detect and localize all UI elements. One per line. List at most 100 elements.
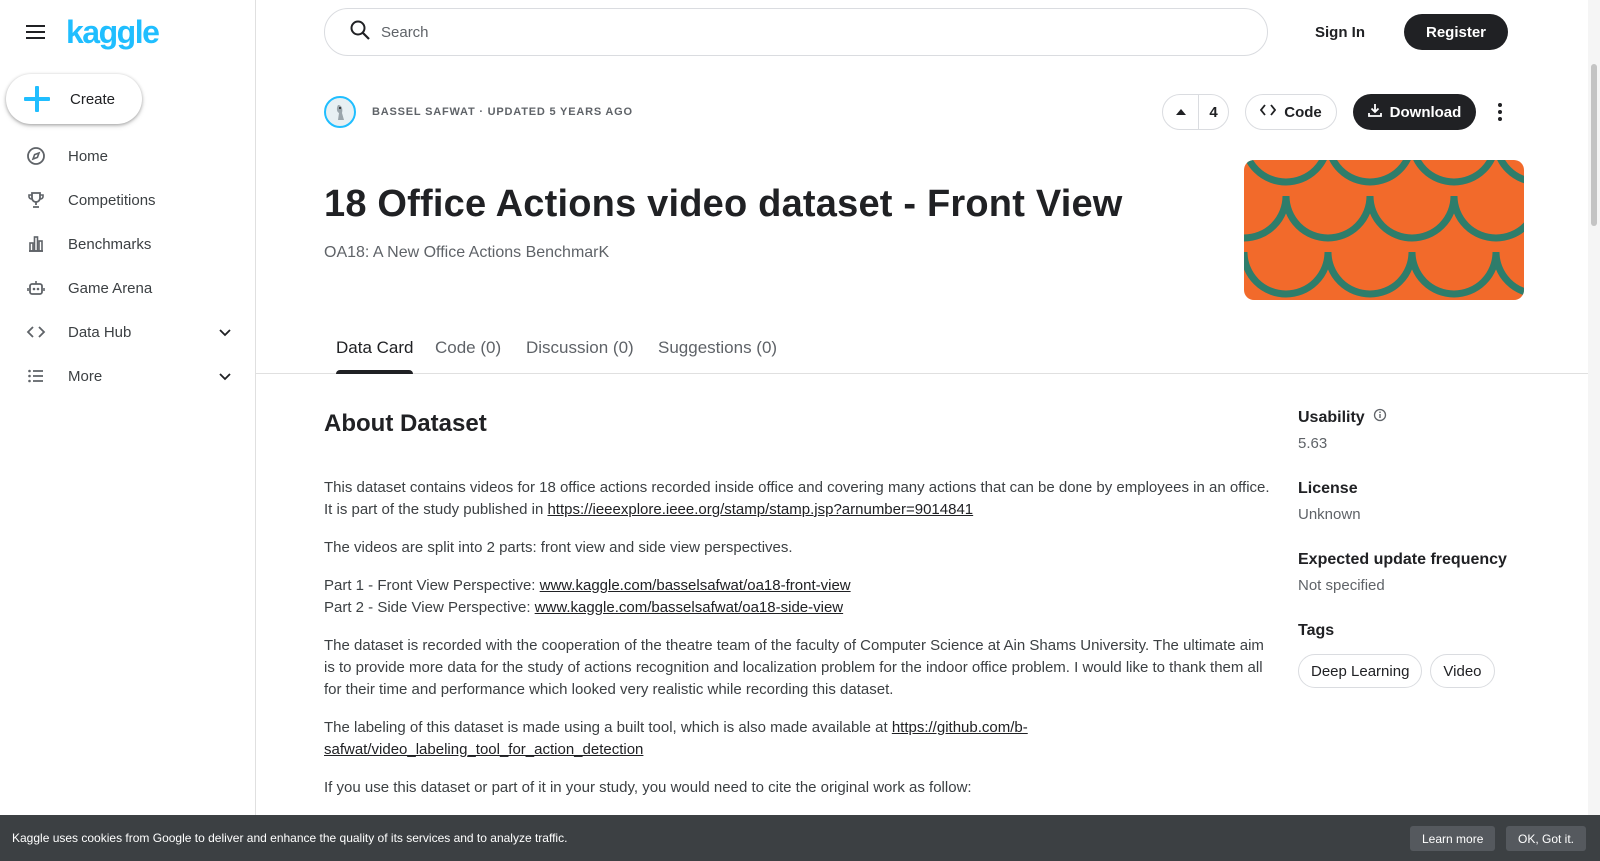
cover-scale-arc — [1324, 251, 1416, 298]
ieee-link[interactable]: https://ieeexplore.ieee.org/stamp/stamp.… — [547, 501, 973, 518]
sidebar-item-game-arena[interactable]: Game Arena — [0, 266, 255, 310]
about-dataset-heading: About Dataset — [324, 410, 487, 437]
list-icon — [26, 366, 46, 386]
tag-video[interactable]: Video — [1430, 654, 1495, 688]
sign-in-button[interactable]: Sign In — [1300, 14, 1380, 50]
chevron-down-icon[interactable] — [217, 368, 233, 384]
create-button[interactable]: Create — [6, 74, 142, 124]
sidebar-item-benchmarks[interactable]: Benchmarks — [0, 222, 255, 266]
license-block: License Unknown — [1298, 480, 1558, 523]
sidebar-nav: Home Competitions Benchmarks Game Arena … — [0, 134, 255, 398]
usability-label-text: Usability — [1298, 408, 1365, 426]
description-paragraph: If you use this dataset or part of it in… — [324, 779, 972, 796]
chevron-down-icon[interactable] — [217, 324, 233, 340]
sidebar-item-label: Competitions — [68, 191, 156, 209]
cover-scale-arc — [1497, 160, 1524, 184]
sidebar-item-competitions[interactable]: Competitions — [0, 178, 255, 222]
license-value: Unknown — [1298, 506, 1361, 523]
trophy-icon — [26, 190, 46, 210]
more-options-icon[interactable] — [1484, 94, 1516, 130]
description-paragraph: The dataset is recorded with the coopera… — [324, 637, 1264, 698]
code-label: Code — [1284, 103, 1322, 121]
search-bar[interactable] — [324, 8, 1268, 56]
usability-label: Usability — [1298, 408, 1558, 427]
cover-scale-arc — [1282, 195, 1374, 242]
cookie-text: Kaggle uses cookies from Google to deliv… — [12, 831, 568, 845]
download-icon — [1367, 103, 1382, 121]
info-icon[interactable] — [1373, 408, 1387, 427]
kaggle-logo[interactable]: kaggle — [66, 16, 160, 48]
tab-suggestions[interactable]: Suggestions (0) — [658, 330, 777, 374]
description-paragraph: Part 1 - Front View Perspective: www.kag… — [324, 575, 1274, 619]
tag-deep-learning[interactable]: Deep Learning — [1298, 654, 1423, 688]
download-label: Download — [1389, 103, 1462, 121]
cover-scale-arc — [1408, 251, 1500, 298]
dataset-description: This dataset contains videos for 18 offi… — [324, 477, 1274, 815]
learn-more-button[interactable]: Learn more — [1410, 826, 1496, 851]
sidebar-item-label: Home — [68, 147, 109, 165]
side-view-link[interactable]: www.kaggle.com/basselsafwat/oa18-side-vi… — [535, 599, 843, 616]
hamburger-menu-icon[interactable] — [24, 20, 48, 44]
code-brackets-icon — [26, 322, 46, 342]
owner-row: BASSEL SAFWAT · UPDATED 5 YEARS AGO — [324, 96, 633, 128]
sidebar-item-home[interactable]: Home — [0, 134, 255, 178]
page-scrollbar[interactable] — [1588, 0, 1600, 815]
paragraph-text: Part 2 - Side View Perspective: — [324, 599, 535, 616]
cookie-banner: Kaggle uses cookies from Google to deliv… — [0, 815, 1600, 861]
sidebar-item-label: More — [68, 367, 103, 385]
vote-count: 4 — [1209, 103, 1218, 121]
dataset-metadata-panel: Usability 5.63 License Unknown Expected … — [1298, 408, 1558, 716]
update-frequency-label: Expected update frequency — [1298, 551, 1507, 568]
dataset-cover-image — [1244, 160, 1524, 300]
create-label: Create — [70, 90, 116, 108]
download-button[interactable]: Download — [1353, 94, 1476, 130]
plus-icon — [24, 86, 50, 112]
cover-scale-arc — [1366, 195, 1458, 242]
paragraph-text: The labeling of this dataset is made usi… — [324, 719, 892, 736]
description-paragraph: This dataset contains videos for 18 offi… — [324, 477, 1274, 521]
tab-code[interactable]: Code (0) — [435, 330, 501, 374]
cover-scale-arc — [1244, 251, 1332, 298]
update-frequency-block: Expected update frequency Not specified — [1298, 551, 1558, 594]
dataset-subtitle: OA18: A New Office Actions BenchmarK — [324, 244, 610, 261]
tab-discussion[interactable]: Discussion (0) — [526, 330, 634, 374]
cover-scale-arc — [1492, 251, 1524, 296]
sidebar-item-data-hub[interactable]: Data Hub — [0, 310, 255, 354]
robot-icon — [26, 278, 46, 298]
tags-block: Tags Deep Learning Video — [1298, 622, 1558, 688]
cover-scale-arc — [1450, 195, 1524, 242]
dataset-title: 18 Office Actions video dataset - Front … — [324, 183, 1123, 225]
upvote-button[interactable]: 4 — [1162, 94, 1229, 130]
description-paragraph: The labeling of this dataset is made usi… — [324, 717, 1274, 761]
usability-value: 5.63 — [1298, 435, 1328, 452]
cover-scale-arc — [1244, 195, 1290, 242]
ok-got-it-button[interactable]: OK, Got it. — [1506, 826, 1587, 851]
code-brackets-icon — [1260, 103, 1277, 121]
triangle-up-icon — [1163, 95, 1199, 129]
tab-data-card[interactable]: Data Card — [336, 330, 414, 374]
search-icon — [349, 19, 371, 46]
search-input[interactable] — [381, 23, 1201, 41]
code-button[interactable]: Code — [1245, 94, 1337, 130]
tab-bar: Data Card Code (0) Discussion (0) Sugges… — [256, 330, 1588, 374]
avatar[interactable] — [324, 96, 356, 128]
compass-icon — [26, 146, 46, 166]
sidebar-item-more[interactable]: More — [0, 354, 255, 398]
cover-scale-arc — [1413, 160, 1495, 186]
front-view-link[interactable]: www.kaggle.com/basselsafwat/oa18-front-v… — [540, 577, 851, 594]
cover-scale-arc — [1329, 160, 1411, 186]
tag-list: Deep Learning Video — [1298, 654, 1558, 688]
sidebar-item-label: Benchmarks — [68, 235, 152, 253]
sidebar-item-label: Data Hub — [68, 323, 132, 341]
owner-updated-text[interactable]: BASSEL SAFWAT · UPDATED 5 YEARS AGO — [372, 106, 633, 118]
sidebar-item-label: Game Arena — [68, 279, 153, 297]
description-paragraph: The videos are split into 2 parts: front… — [324, 539, 793, 556]
usability-block: Usability 5.63 — [1298, 408, 1558, 452]
cover-scale-arc — [1245, 160, 1327, 186]
update-frequency-value: Not specified — [1298, 577, 1385, 594]
register-button[interactable]: Register — [1404, 14, 1508, 50]
license-label: License — [1298, 480, 1358, 497]
brand: kaggle — [24, 14, 160, 50]
sidebar: kaggle Create Home Competitions Benchmar… — [0, 0, 256, 861]
scrollbar-thumb[interactable] — [1591, 64, 1597, 226]
